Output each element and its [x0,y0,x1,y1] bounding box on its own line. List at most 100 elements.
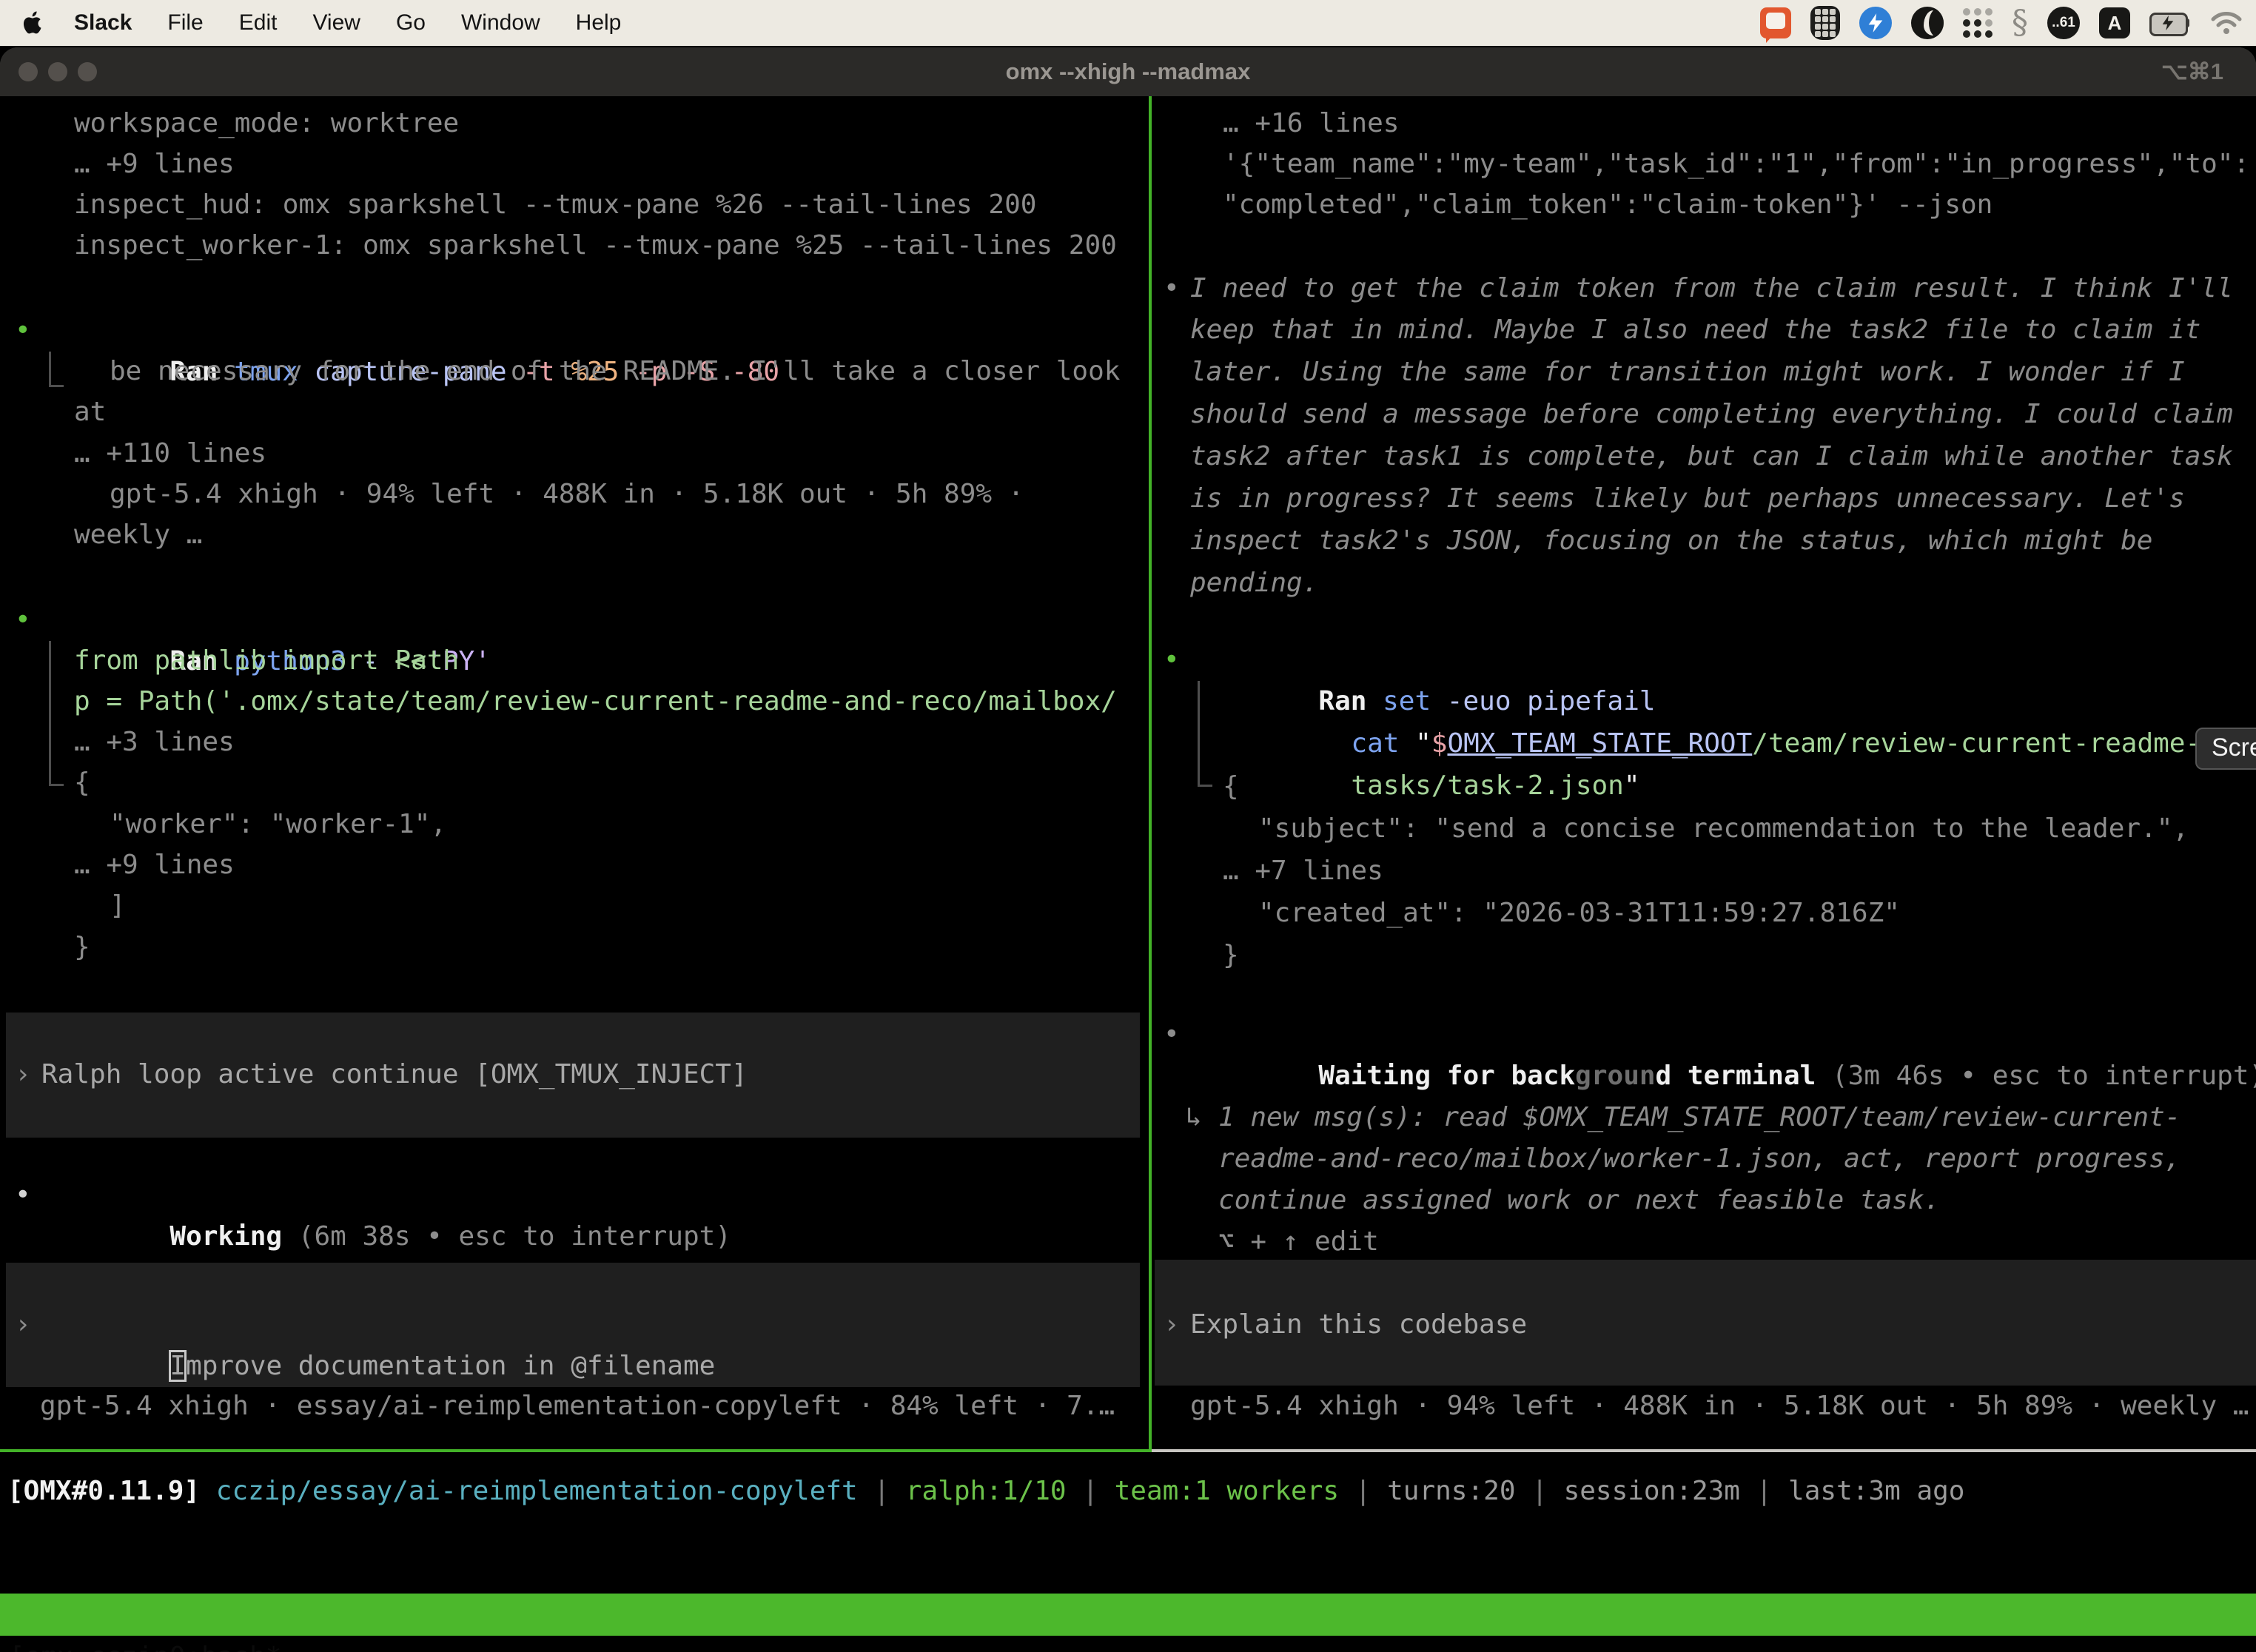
log-line: workspace_mode: worktree [74,103,459,144]
code-line: tasks/task-2.json" [1223,724,1640,765]
keypad-shield-icon[interactable] [1810,6,1840,40]
reasoning-line: later. Using the same for transition mig… [1190,352,2185,393]
mailbox-msg-line: continue assigned work or next feasible … [1218,1180,1940,1221]
mailbox-msg-line: 1 new msg(s): read $OMX_TEAM_STATE_ROOT/… [1218,1097,2181,1138]
output-connector-line [49,641,51,786]
output-line: "created_at": "2026-03-31T11:59:27.816Z" [1258,893,1900,934]
window-title: omx --xhigh --madmax [0,47,2256,96]
output-line: weekly … [74,514,202,556]
terminal-content: workspace_mode: worktree … +9 lines insp… [0,96,2256,1652]
output-line: } [1223,935,1239,976]
screen-tooltip: Scre [2195,728,2256,770]
squiggle-icon[interactable]: § [2012,7,2028,39]
reasoning-line: task2 after task1 is complete, but can I… [1190,436,2233,477]
mailbox-msg-line: readme-and-reco/mailbox/worker-1.json, a… [1218,1138,2181,1180]
window-shortcut-hint: ⌥⌘1 [2161,47,2223,96]
working-label: Working [169,1221,282,1252]
log-line: "completed","claim_token":"claim-token"}… [1223,184,1993,226]
bullet-icon: • [1164,268,1180,309]
edit-hint: ⌥ + ↑ edit [1218,1221,1379,1263]
chat-app-icon[interactable] [1760,7,1791,38]
bullet-icon: • [15,1175,31,1216]
bullet-icon: • [15,310,31,352]
working-detail: (6m 38s • esc to interrupt) [282,1221,731,1252]
menu-item-help[interactable]: Help [576,10,622,36]
output-connector-line [49,352,51,387]
dots-grid-icon[interactable] [1963,8,1993,38]
reasoning-line: pending. [1190,563,1318,604]
output-line: gpt-5.4 xhigh · 94% left · 488K in · 5.1… [110,474,1024,515]
screen: { "menu_bar": { "app_name": "Slack", "it… [0,0,2256,1652]
output-line: { [1223,766,1239,807]
menu-item-go[interactable]: Go [396,10,426,36]
code-line: p = Path('.omx/state/team/review-current… [74,681,1117,722]
tmux-status-bar: [omx-cczip0:bash* "MacBook-Pro-44.local"… [0,1594,2256,1636]
reasoning-line: keep that in mind. Maybe I also need the… [1190,309,2200,351]
log-line: '{"team_name":"my-team","task_id":"1","f… [1223,144,2249,185]
waiting-detail: (3m 46s • esc to interrupt) [1816,1061,2256,1091]
menu-item-view[interactable]: View [312,10,360,36]
terminal-window: omx --xhigh --madmax ⌥⌘1 workspace_mode:… [0,47,2256,1652]
letter-a-icon[interactable]: A [2099,7,2130,38]
log-line: inspect_worker-1: omx sparkshell --tmux-… [74,225,1117,266]
log-line: … +16 lines [1223,103,1399,144]
omx-turns: turns:20 [1387,1476,1515,1506]
code-line: cat "$OMX_TEAM_STATE_ROOT/team/review-cu… [1223,682,2256,723]
prompt-input-text[interactable]: Explain this codebase [1190,1304,1527,1346]
log-line: … +9 lines [74,144,235,185]
wifi-icon[interactable] [2210,10,2243,36]
reasoning-line: I need to get the claim token from the c… [1190,268,2233,309]
tmux-session-name[interactable]: [omx-cczip0:bash* [9,1636,281,1652]
pane-border-active [0,1449,1152,1452]
right-pane[interactable]: … +16 lines '{"team_name":"my-team","tas… [1152,96,2256,1449]
reasoning-line: should send a message before completing … [1190,394,2233,435]
ran-command-line: Ran tmux capture-pane -t %25 -p -S -80 [41,310,779,352]
prompt-input-text[interactable]: Improve documentation in @filename [41,1304,715,1346]
menu-item-file[interactable]: File [167,10,203,36]
model-status-line: gpt-5.4 xhigh · essay/ai-reimplementatio… [40,1386,1115,1427]
output-connector-corner [49,385,64,387]
text-cursor: I [169,1351,186,1381]
blue-bolt-icon[interactable] [1859,7,1892,39]
battery-icon[interactable] [2149,13,2191,33]
reasoning-line: inspect task2's JSON, focusing on the st… [1190,520,2152,562]
left-pane[interactable]: workspace_mode: worktree … +9 lines insp… [0,96,1149,1449]
omx-version: [OMX#0.11.9] [7,1476,200,1506]
waiting-status-line: Waiting for background terminal (3m 46s … [1190,1014,2256,1055]
ran-command-line: Ran python3 - <<'PY' [41,600,491,641]
output-line: … +7 lines [1223,850,1383,892]
ran-command-line: Ran set -euo pipefail [1190,639,1656,681]
prompt-arrow-icon: › [15,1304,31,1346]
pane-border-inactive [1152,1449,2256,1452]
menu-app-name[interactable]: Slack [74,10,132,36]
output-line: … +110 lines [74,433,266,474]
output-line: { [74,762,90,804]
output-line: } [74,927,90,968]
reasoning-line: is in progress? It seems likely but perh… [1190,478,2185,520]
mailbox-arrow-icon: ↳ [1186,1097,1202,1138]
omx-last: last:3m ago [1788,1476,1964,1506]
omx-workspace: cczip/essay/ai-reimplementation-copyleft [216,1476,858,1506]
menu-item-edit[interactable]: Edit [239,10,278,36]
ralph-banner-arrow: › [15,1054,31,1095]
output-line: … +3 lines [74,722,235,763]
dark-crescent-icon[interactable] [1911,7,1944,39]
output-line: ] [110,885,126,927]
output-connector-corner [1198,785,1212,787]
output-connector-line [1198,681,1200,787]
window-title-bar[interactable]: omx --xhigh --madmax ⌥⌘1 [0,47,2256,97]
menu-item-window[interactable]: Window [461,10,540,36]
battery-percent-icon[interactable]: ..61 [2047,7,2080,39]
bullet-icon: • [1164,639,1180,681]
menu-bar: Slack File Edit View Go Window Help § ..… [0,0,2256,46]
prompt-arrow-icon: › [1164,1304,1180,1346]
output-line: "worker": "worker-1", [110,804,446,845]
code-line: from pathlib import Path [74,640,459,682]
working-status-line: Working (6m 38s • esc to interrupt) [41,1175,731,1216]
ralph-banner-text: Ralph loop active continue [OMX_TMUX_INJ… [41,1054,748,1095]
output-line: be necessary for the end of the README. … [110,351,1120,392]
shimmer-text: groun [1575,1061,1655,1091]
apple-icon[interactable] [22,10,44,36]
output-connector-corner [49,784,64,786]
output-line: "subject": "send a concise recommendatio… [1258,808,2189,850]
